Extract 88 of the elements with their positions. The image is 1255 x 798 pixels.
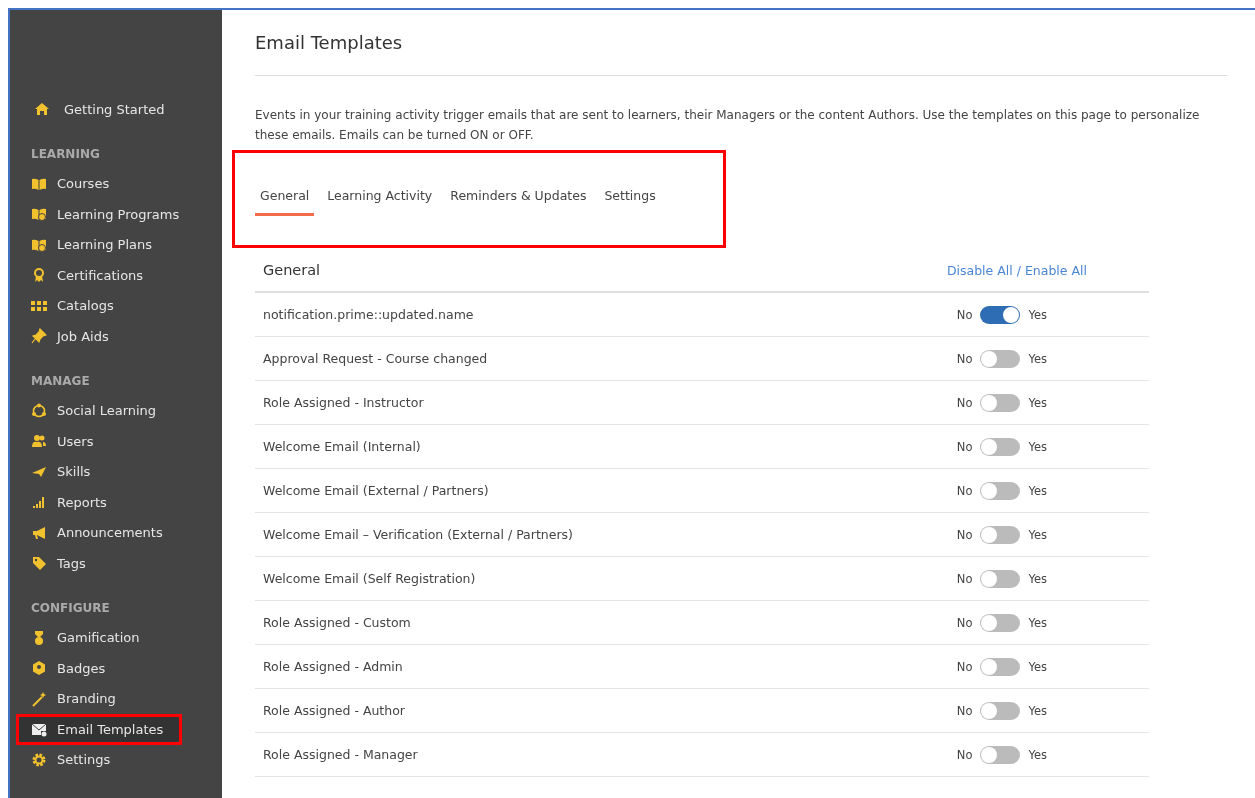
toggle-switch[interactable] <box>980 701 1021 720</box>
sidebar-item[interactable]: Courses <box>10 168 222 199</box>
off-label: No <box>956 307 973 322</box>
on-label: Yes <box>1028 571 1047 586</box>
sidebar-item[interactable]: Catalogs <box>10 290 222 321</box>
off-label: No <box>956 615 973 630</box>
template-name: notification.prime::updated.name <box>263 307 474 322</box>
tab[interactable]: Settings <box>599 182 661 216</box>
book-person-icon <box>31 206 47 223</box>
sidebar-item[interactable]: Settings <box>10 744 222 775</box>
template-name: Welcome Email (External / Partners) <box>263 483 489 498</box>
sidebar-item[interactable]: Learning Plans <box>10 229 222 260</box>
toggle-switch[interactable] <box>980 481 1021 500</box>
on-label: Yes <box>1028 527 1047 542</box>
toggle-switch[interactable] <box>980 657 1021 676</box>
sidebar-item[interactable]: Users <box>10 426 222 457</box>
on-label: Yes <box>1028 307 1047 322</box>
sidebar-item[interactable]: Email Templates <box>16 714 182 745</box>
wand-icon <box>31 690 47 707</box>
toggle-switch[interactable] <box>980 569 1021 588</box>
ribbon-icon <box>31 267 47 284</box>
section-heading: LEARNING <box>30 146 101 163</box>
sidebar-item[interactable]: Skills <box>10 456 222 487</box>
template-name: Role Assigned - Manager <box>263 747 418 762</box>
off-label: No <box>956 483 973 498</box>
sidebar-item[interactable]: Branding <box>10 683 222 714</box>
on-label: Yes <box>1028 659 1047 674</box>
sidebar-item[interactable]: Learning Programs <box>10 199 222 230</box>
table-title: General <box>263 262 321 278</box>
sidebar-item[interactable]: Gamification <box>10 622 222 653</box>
template-name: Welcome Email (Self Registration) <box>263 571 476 586</box>
template-name: Role Assigned - Admin <box>263 659 403 674</box>
off-label: No <box>956 527 973 542</box>
tab[interactable]: General <box>255 182 315 216</box>
section-heading: CONFIGURE <box>30 600 111 617</box>
template-name: Role Assigned - Instructor <box>263 395 424 410</box>
off-label: No <box>956 571 973 586</box>
house-icon <box>34 101 50 118</box>
sidebar-item[interactable]: Certifications <box>10 260 222 291</box>
off-label: No <box>956 703 973 718</box>
toggle-switch[interactable] <box>980 349 1021 368</box>
sidebar-item[interactable]: Tags <box>10 548 222 579</box>
on-label: Yes <box>1028 439 1047 454</box>
section-heading: MANAGE <box>30 373 91 390</box>
on-label: Yes <box>1028 747 1047 762</box>
enable-all-link[interactable]: Enable All <box>1024 262 1087 278</box>
off-label: No <box>956 395 973 410</box>
users-icon <box>31 433 47 450</box>
tab[interactable]: Learning Activity <box>322 182 438 216</box>
on-label: Yes <box>1028 395 1047 410</box>
pin-icon <box>31 328 47 345</box>
bars-icon <box>31 494 47 511</box>
off-label: No <box>956 439 973 454</box>
megaphone-icon <box>31 524 47 541</box>
page-description: Events in your training activity trigger emails that are sent to learners, their Managers or the content Authors. Use the templates on this page to personalize these emails. Emails can be turned ON or OFF. <box>255 107 1201 144</box>
sidebar-item[interactable]: Getting Started <box>10 94 222 125</box>
on-label: Yes <box>1028 483 1047 498</box>
toggle-switch[interactable] <box>980 437 1021 456</box>
page-title: Email Templates <box>255 32 404 53</box>
badge-icon <box>31 660 47 677</box>
on-label: Yes <box>1028 703 1047 718</box>
sidebar-item[interactable]: Reports <box>10 487 222 518</box>
sidebar-item[interactable]: Announcements <box>10 517 222 548</box>
off-label: No <box>956 351 973 366</box>
sidebar-item[interactable]: Job Aids <box>10 321 222 352</box>
template-name: Role Assigned - Custom <box>263 615 411 630</box>
on-label: Yes <box>1028 351 1047 366</box>
toggle-switch[interactable] <box>980 613 1021 632</box>
tab[interactable]: Reminders & Updates <box>445 182 592 216</box>
template-name: Welcome Email (Internal) <box>263 439 421 454</box>
link-separator: / <box>1016 262 1021 278</box>
people-circle-icon <box>31 402 47 419</box>
sidebar-item[interactable]: Badges <box>10 653 222 684</box>
template-name: Role Assigned - Author <box>263 703 405 718</box>
sidebar-item[interactable]: Social Learning <box>10 395 222 426</box>
off-label: No <box>956 747 973 762</box>
toggle-switch[interactable] <box>980 393 1021 412</box>
toggle-switch[interactable] <box>980 525 1021 544</box>
gear-icon <box>31 751 47 768</box>
on-label: Yes <box>1028 615 1047 630</box>
toggle-switch[interactable] <box>980 305 1021 324</box>
off-label: No <box>956 659 973 674</box>
envelope-gear-icon <box>31 721 47 738</box>
template-name: Approval Request - Course changed <box>263 351 488 366</box>
template-name: Welcome Email – Verification (External / Partners) <box>263 527 573 542</box>
toggle-switch[interactable] <box>980 745 1021 764</box>
disable-all-link[interactable]: Disable All <box>946 262 1013 278</box>
tag-icon <box>31 555 47 572</box>
